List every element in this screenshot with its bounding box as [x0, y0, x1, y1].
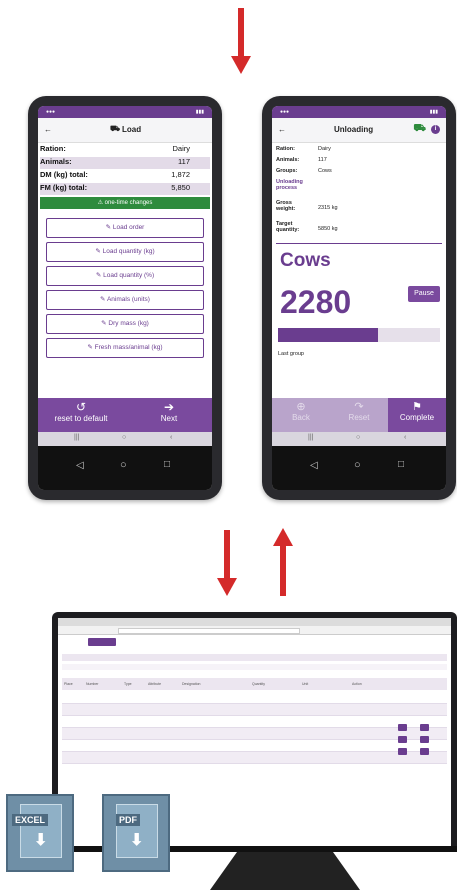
target-quantity-value: 5850 kg [318, 226, 338, 232]
animals-label: Animals: [276, 157, 300, 163]
pdf-export-icon[interactable]: PDF ⬇ [102, 794, 170, 872]
dry-mass-button[interactable]: ✎ Dry mass (kg) [46, 314, 204, 334]
animals-value: 117 [318, 157, 327, 163]
system-nav-bar: ||| ○ ‹ [38, 432, 212, 446]
delete-row-button[interactable] [420, 748, 429, 755]
excel-export-icon[interactable]: EXCEL ⬇ [6, 794, 74, 872]
filter-bar [62, 664, 447, 670]
load-order-button[interactable]: ✎ Load order [46, 218, 204, 238]
table-row[interactable] [62, 704, 447, 716]
info-row-ration: Ration: Dairy [40, 144, 190, 153]
monitor-stand [210, 852, 360, 890]
weight-counter: 2280 [280, 284, 352, 320]
next-button[interactable]: ➔ Next [126, 400, 212, 430]
tractor-icon: ⛟ [110, 124, 121, 133]
info-row-dm-total: DM (kg) total: 1,872 [40, 170, 190, 179]
phone-bottom-bezel: ◁ ○ □ [272, 446, 446, 490]
tractor-icon: ⛟ [413, 123, 426, 134]
delete-row-button[interactable] [420, 724, 429, 731]
progress-track [278, 328, 440, 342]
status-bar: ●●● ▮▮▮ [272, 106, 446, 118]
bottom-action-bar: ↺ reset to default ➔ Next [38, 398, 212, 432]
edit-row-button[interactable] [398, 724, 407, 731]
back-button[interactable]: ⊕ Back [272, 400, 330, 430]
load-quantity-kg-button[interactable]: ✎ Load quantity (kg) [46, 242, 204, 262]
table-row[interactable] [62, 692, 447, 704]
fresh-mass-animal-button[interactable]: ✎ Fresh mass/animal (kg) [46, 338, 204, 358]
status-bar: ●●● ▮▮▮ [38, 106, 212, 118]
download-arrow-icon: ⬇ [34, 832, 48, 849]
reset-icon: ↺ [75, 400, 87, 414]
delete-row-button[interactable] [420, 736, 429, 743]
animals-units-button[interactable]: ✎ Animals (units) [46, 290, 204, 310]
android-recents-icon[interactable]: □ [398, 459, 404, 470]
download-arrow-icon: ⬇ [130, 832, 144, 849]
back-arrow-icon[interactable]: ← [278, 125, 286, 134]
load-screen: ●●● ▮▮▮ ← ⛟ Load Ration: Dairy Animals: 117… [38, 106, 212, 490]
ration-value: Dairy [318, 146, 331, 152]
back-arrow-icon[interactable]: ← [44, 125, 52, 134]
warning-icon: ⚠ [97, 200, 103, 206]
table-row[interactable] [62, 716, 447, 728]
gross-weight-label: Gross weight: [276, 200, 296, 212]
page-title: Unloading [334, 125, 374, 134]
reset-button[interactable]: ↷ Reset [330, 400, 388, 430]
next-icon: ➔ [163, 400, 175, 414]
unloading-screen: ●●● ▮▮▮ ← Unloading ⛟ i Ration: Dairy Ani… [272, 106, 446, 490]
bottom-action-bar: ⊕ Back ↷ Reset ⚑ Complete [272, 398, 446, 432]
redo-icon: ↷ [354, 401, 364, 413]
pause-button[interactable]: Pause [408, 286, 440, 302]
app-nav-bar [62, 654, 447, 661]
groups-value: Cows [318, 168, 332, 174]
ration-label: Ration: [276, 146, 295, 152]
table-row[interactable] [62, 728, 447, 740]
table-row[interactable] [62, 752, 447, 764]
android-home-icon[interactable]: ○ [354, 459, 361, 471]
table-row[interactable] [62, 740, 447, 752]
page-title: Load [122, 125, 142, 134]
app-header: ← ⛟ Load [38, 118, 212, 143]
load-quantity-percent-button[interactable]: ✎ Load quantity (%) [46, 266, 204, 286]
android-home-icon[interactable]: ○ [120, 459, 127, 471]
flag-icon: ⚑ [412, 401, 422, 413]
table-header: Place Number Type Attribute Designation … [62, 678, 447, 690]
browser-address-bar [58, 626, 451, 635]
app-logo [88, 638, 116, 646]
complete-button[interactable]: ⚑ Complete [388, 398, 446, 432]
unloading-process-label: Unloading process [276, 179, 303, 191]
browser-tabs [58, 618, 451, 626]
target-quantity-label: Target quantity: [276, 221, 300, 233]
edit-row-button[interactable] [398, 748, 407, 755]
phone-load: ●●● ▮▮▮ ← ⛟ Load Ration: Dairy Animals: 117… [28, 96, 222, 500]
android-back-icon[interactable]: ◁ [310, 460, 318, 471]
info-icon[interactable]: i [431, 125, 440, 134]
system-nav-bar: ||| ○ ‹ [272, 432, 446, 446]
android-back-icon[interactable]: ◁ [76, 460, 84, 471]
back-icon: ⊕ [296, 401, 306, 413]
progress-fill [278, 328, 379, 342]
reset-to-default-button[interactable]: ↺ reset to default [38, 400, 124, 430]
last-group-label: Last group [278, 351, 304, 357]
divider [276, 243, 442, 244]
android-recents-icon[interactable]: □ [164, 459, 170, 470]
phone-bottom-bezel: ◁ ○ □ [38, 446, 212, 490]
app-header: ← Unloading ⛟ i [272, 118, 446, 143]
info-row-fm-total: FM (kg) total: 5,850 [40, 183, 210, 195]
info-row-animals: Animals: 117 [40, 157, 210, 169]
phone-unloading: ●●● ▮▮▮ ← Unloading ⛟ i Ration: Dairy Ani… [262, 96, 456, 500]
edit-row-button[interactable] [398, 736, 407, 743]
group-name: Cows [280, 250, 331, 271]
gross-weight-value: 2315 kg [318, 205, 338, 211]
groups-label: Groups: [276, 168, 298, 174]
alert-banner: ⚠ one-time changes [40, 197, 210, 209]
